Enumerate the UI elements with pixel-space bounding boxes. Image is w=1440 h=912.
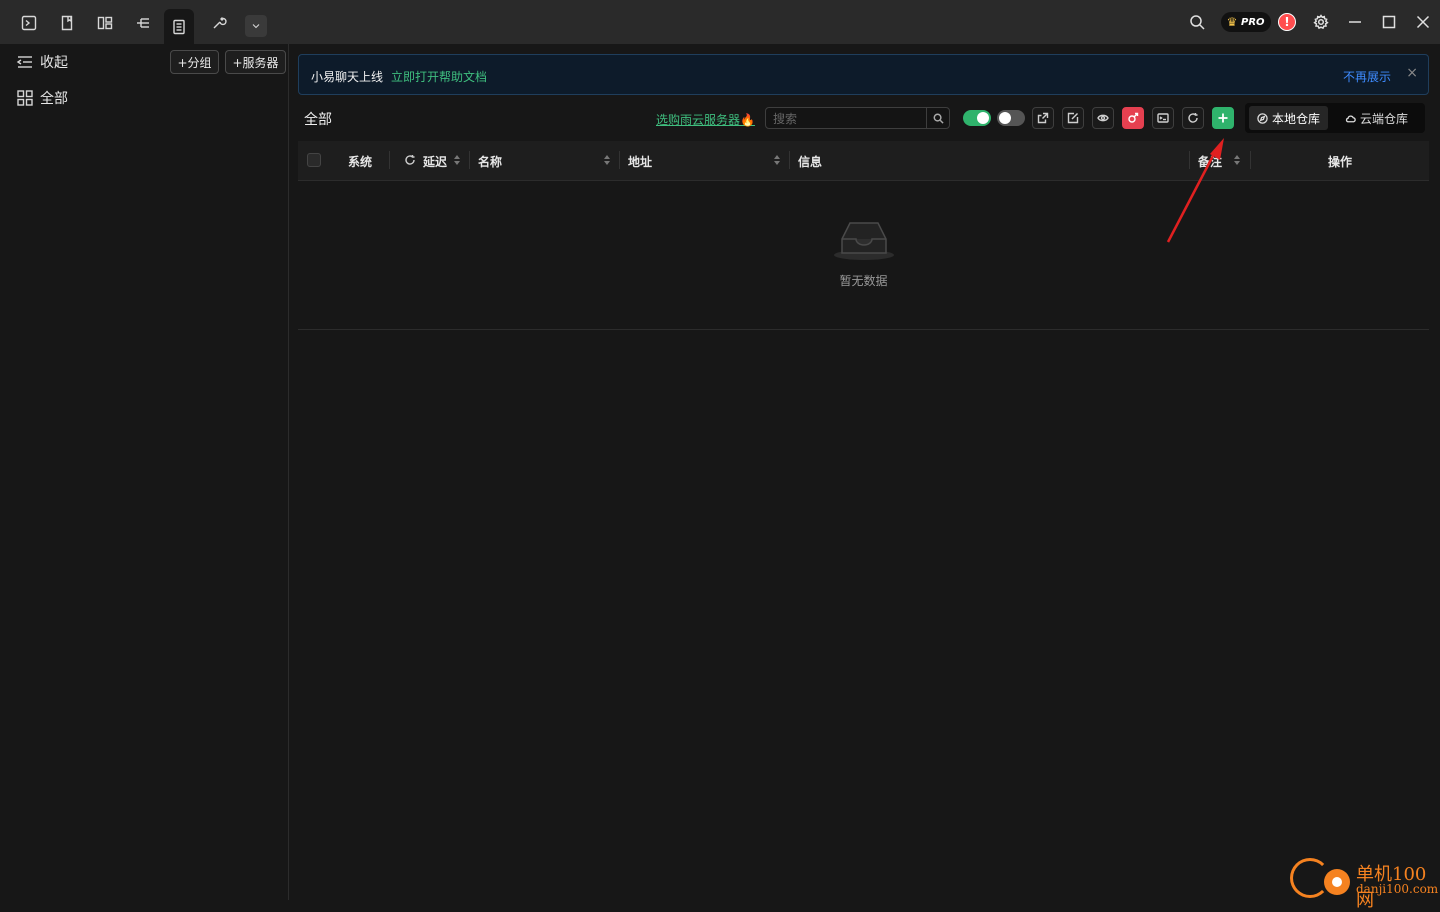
edit-icon — [1067, 112, 1079, 124]
sidebar: 收起 全部 +分组 +服务器 — [0, 44, 289, 900]
toggle-switch-on[interactable] — [963, 110, 991, 126]
empty-text: 暂无数据 — [839, 274, 888, 288]
refresh-icon — [1188, 113, 1198, 123]
watermark-logo: 单机100网 danji100.com — [1290, 856, 1440, 911]
column-header-system[interactable]: 系统 — [348, 153, 372, 170]
repo-switch: 本地仓库 云端仓库 — [1245, 103, 1425, 133]
server-list-tab-icon[interactable] — [164, 9, 194, 44]
empty-state: 暂无数据 — [298, 181, 1429, 330]
column-header-actions: 操作 — [1328, 155, 1353, 169]
search-icon[interactable] — [1185, 10, 1209, 34]
eye-icon — [1097, 114, 1109, 122]
search-icon — [933, 113, 944, 124]
terminal-tab-icon[interactable] — [14, 8, 44, 38]
local-repo-tab[interactable]: 本地仓库 — [1249, 106, 1329, 130]
pro-badge[interactable]: ♛ PRO — [1221, 12, 1271, 32]
column-header-info[interactable]: 信息 — [798, 153, 822, 170]
select-all-checkbox[interactable] — [307, 153, 321, 167]
cloud-repo-label: 云端仓库 — [1360, 111, 1409, 126]
close-icon[interactable] — [1411, 10, 1435, 34]
refresh-button[interactable] — [1182, 107, 1204, 129]
collapse-label: 收起 — [40, 55, 68, 71]
help-doc-link[interactable]: 立即打开帮助文档 — [391, 68, 487, 85]
add-server-button[interactable]: +服务器 — [225, 50, 286, 74]
empty-inbox-icon — [834, 222, 894, 260]
notice-banner: 小易聊天上线 立即打开帮助文档 不再展示 × — [298, 54, 1429, 95]
minimize-icon[interactable] — [1343, 10, 1367, 34]
promo-link[interactable]: 选购雨云服务器🔥 — [656, 111, 755, 128]
terminal-button[interactable] — [1152, 107, 1174, 129]
local-repo-label: 本地仓库 — [1272, 111, 1321, 126]
title-bar: ♛ PRO ! — [0, 0, 1440, 44]
annotation-arrow-icon — [1166, 138, 1224, 243]
column-header-name[interactable]: 名称 — [478, 153, 502, 170]
refresh-latency-icon[interactable] — [404, 154, 416, 166]
search-box — [765, 107, 950, 130]
wrench-tab-icon[interactable] — [204, 8, 234, 38]
cloud-repo-tab[interactable]: 云端仓库 — [1337, 106, 1416, 130]
table-header: 系统 延迟 名称 地址 信息 备注 操作 — [298, 141, 1429, 181]
pro-label: PRO — [1241, 16, 1265, 28]
edit-button[interactable] — [1062, 107, 1084, 129]
maximize-icon[interactable] — [1377, 10, 1401, 34]
search-input[interactable] — [766, 108, 935, 130]
search-button[interactable] — [926, 108, 949, 128]
column-header-address[interactable]: 地址 — [628, 153, 652, 170]
add-button[interactable] — [1212, 107, 1234, 129]
name-sort-icon[interactable] — [604, 155, 610, 165]
grid-icon — [17, 90, 33, 106]
crown-icon: ♛ — [1226, 15, 1238, 29]
address-sort-icon[interactable] — [774, 155, 780, 165]
column-header-latency[interactable]: 延迟 — [423, 153, 447, 170]
collapse-menu-icon — [16, 56, 32, 68]
sidebar-item-all[interactable]: 全部 — [16, 88, 68, 108]
alert-icon[interactable]: ! — [1278, 13, 1296, 31]
add-group-button[interactable]: +分组 — [170, 50, 219, 74]
tree-tab-icon[interactable] — [128, 8, 158, 38]
latency-sort-icon[interactable] — [454, 155, 460, 165]
export-button[interactable] — [1032, 107, 1054, 129]
watermark-subtitle: danji100.com — [1356, 882, 1439, 896]
plus-icon — [1218, 113, 1228, 123]
visibility-button[interactable] — [1092, 107, 1114, 129]
collapse-button[interactable]: 收起 — [16, 52, 68, 72]
cloud-icon — [1345, 114, 1356, 122]
terminal-icon — [1157, 113, 1169, 123]
notice-text: 小易聊天上线 — [311, 70, 384, 84]
section-title: 全部 — [304, 112, 332, 128]
dismiss-link[interactable]: 不再展示 — [1343, 68, 1391, 85]
gear-icon[interactable] — [1309, 10, 1333, 34]
export-icon — [1037, 112, 1049, 124]
notice-close-icon[interactable]: × — [1406, 65, 1418, 81]
more-tabs-chevron-down-icon[interactable] — [245, 15, 267, 37]
compass-icon — [1257, 112, 1268, 124]
toggle-switch-off[interactable] — [997, 110, 1025, 126]
connect-button[interactable] — [1122, 107, 1144, 129]
layout-tab-icon[interactable] — [90, 8, 120, 38]
link-icon — [1128, 112, 1139, 123]
bookmark-tab-icon[interactable] — [52, 8, 82, 38]
sidebar-item-all-label: 全部 — [40, 91, 68, 107]
